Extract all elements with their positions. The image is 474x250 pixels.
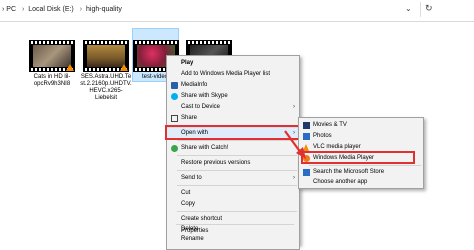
menu-item-share[interactable]: Share: [167, 113, 299, 124]
menu-separator: [177, 140, 297, 141]
vlc-icon: [66, 64, 74, 71]
menu-item-mediainfo[interactable]: MediaInfo: [167, 80, 299, 91]
submenu-item-movies-tv[interactable]: Movies & TV: [299, 120, 423, 131]
submenu-item-choose-another-app[interactable]: Choose another app: [299, 177, 423, 188]
divider: [420, 2, 421, 17]
menu-separator: [176, 224, 294, 225]
menu-item-restore-previous-versions[interactable]: Restore previous versions: [167, 158, 299, 169]
context-menu-bottom: [166, 244, 300, 250]
vlc-icon: [120, 64, 128, 71]
catch-icon: [171, 145, 178, 152]
menu-item-share-with-catch[interactable]: Share with Catch!: [167, 143, 299, 154]
store-icon: [303, 169, 310, 176]
breadcrumb-separator: ›: [21, 6, 25, 13]
submenu-item-photos[interactable]: Photos: [299, 131, 423, 142]
video-thumbnail: [83, 40, 129, 72]
menu-separator: [177, 185, 297, 186]
menu-separator: [177, 155, 297, 156]
red-arrow-icon: [284, 130, 306, 159]
mediainfo-icon: [171, 82, 178, 89]
menu-item-send-to[interactable]: Send to ›: [167, 173, 299, 184]
chevron-down-icon[interactable]: ⌄: [405, 4, 415, 16]
breadcrumb-separator: ›: [79, 6, 83, 13]
video-thumbnail: [29, 40, 75, 72]
file-name: Cats in HD lil-opcRv9h3NI8: [33, 74, 71, 87]
share-icon: [171, 115, 178, 122]
breadcrumb-high-quality[interactable]: high-quality: [86, 6, 122, 13]
menu-item-copy[interactable]: Copy: [167, 199, 299, 210]
menu-item-play[interactable]: Play: [167, 58, 299, 69]
file-item[interactable]: SES.Astra.UHD.Test.2.2160p.UHDTV.HEVC.x2…: [80, 40, 132, 102]
menu-item-share-with-skype[interactable]: Share with Skype: [167, 91, 299, 102]
menu-separator: [177, 211, 297, 212]
menu-item-add-to-wmp-list[interactable]: Add to Windows Media Player list: [167, 69, 299, 80]
chevron-right-icon: ›: [293, 175, 295, 181]
highlight-box-open-with: [165, 125, 300, 140]
address-bar[interactable]: › PC › Local Disk (E:) › high-quality ⌄ …: [0, 0, 474, 22]
file-item[interactable]: Cats in HD lil-opcRv9h3NI8: [26, 40, 78, 88]
menu-item-properties[interactable]: Properties: [167, 226, 297, 237]
file-name: SES.Astra.UHD.Test.2.2160p.UHDTV.HEVC.x2…: [80, 74, 132, 101]
refresh-icon[interactable]: ↻: [425, 3, 433, 14]
breadcrumb: › PC › Local Disk (E:) › high-quality: [2, 6, 124, 13]
menu-item-cut[interactable]: Cut: [167, 188, 299, 199]
skype-icon: [171, 93, 178, 100]
context-menu: Play Add to Windows Media Player list Me…: [166, 55, 300, 245]
breadcrumb-local-disk[interactable]: Local Disk (E:): [28, 6, 74, 13]
menu-separator: [177, 170, 297, 171]
chevron-right-icon: ›: [293, 104, 295, 110]
highlight-box-windows-media-player: [301, 151, 415, 164]
menu-separator: [309, 165, 421, 166]
breadcrumb-pc[interactable]: › PC: [2, 6, 16, 13]
menu-item-cast-to-device[interactable]: Cast to Device ›: [167, 102, 299, 113]
